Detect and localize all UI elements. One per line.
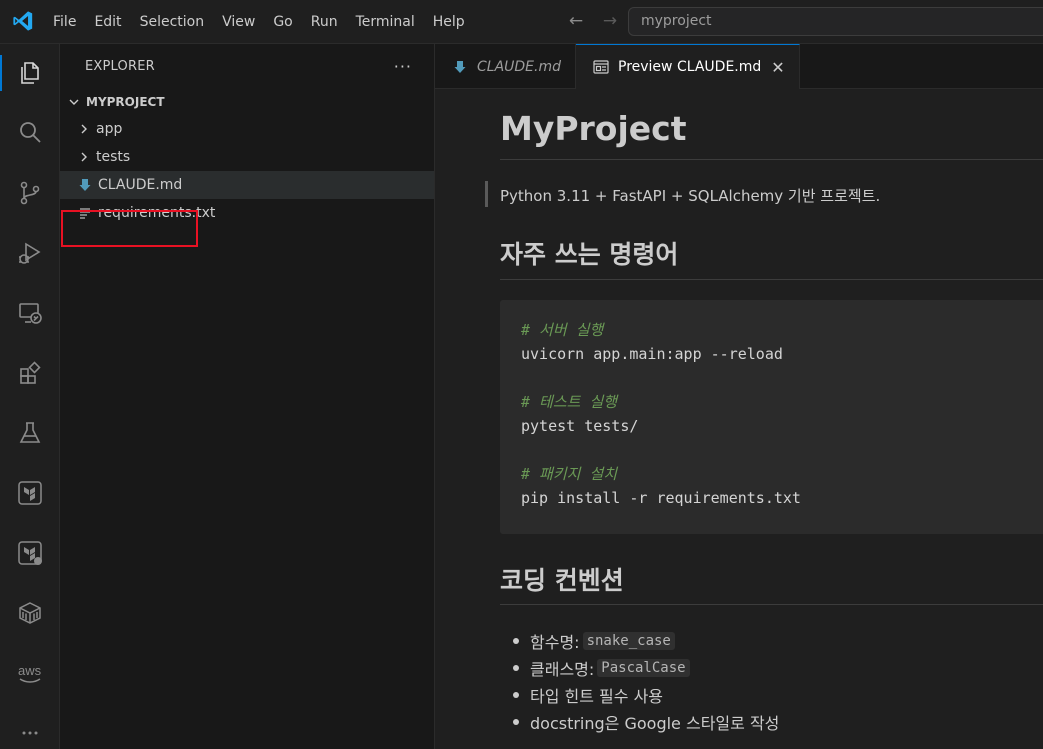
aws-icon[interactable]: aws	[0, 649, 60, 697]
menu-run[interactable]: Run	[302, 0, 347, 44]
project-root-label: MYPROJECT	[86, 95, 165, 109]
tab-preview-claude-md[interactable]: Preview CLAUDE.md ✕	[576, 44, 800, 89]
tree-item-label: tests	[96, 149, 131, 165]
remote-explorer-icon[interactable]	[0, 289, 60, 337]
heading-divider	[500, 279, 1043, 280]
testing-flask-icon[interactable]	[0, 409, 60, 457]
red-highlight-box	[61, 210, 198, 247]
terraform-icon[interactable]	[0, 469, 60, 517]
tree-folder-tests[interactable]: tests	[60, 143, 434, 171]
blockquote-text: Python 3.11 + FastAPI + SQLAlchemy 기반 프로…	[500, 187, 881, 205]
tree-file-claude-md[interactable]: CLAUDE.md	[60, 171, 434, 199]
menu-edit[interactable]: Edit	[85, 0, 130, 44]
search-icon[interactable]	[0, 109, 60, 157]
menu-view[interactable]: View	[213, 0, 264, 44]
heading-conventions: 코딩 컨벤션	[500, 566, 624, 595]
list-item: docstring은 Google 스타일로 작성	[512, 708, 780, 735]
activity-bar: aws	[0, 44, 60, 749]
source-control-icon[interactable]	[0, 169, 60, 217]
menu-help[interactable]: Help	[424, 0, 474, 44]
heading-commands: 자주 쓰는 명령어	[500, 240, 679, 269]
list-item: 함수명: snake_case	[512, 627, 779, 654]
command-center-search[interactable]: myproject	[628, 7, 1043, 36]
more-views-icon[interactable]	[0, 709, 60, 749]
code-comment: # 서버 실행	[521, 321, 604, 339]
tree-folder-app[interactable]: app	[60, 115, 434, 143]
menu-terminal[interactable]: Terminal	[347, 0, 424, 44]
terraform-cloud-icon[interactable]	[0, 529, 60, 577]
chevron-down-icon	[66, 94, 82, 110]
tree-item-label: app	[96, 121, 123, 137]
editor-tabs: CLAUDE.md Preview CLAUDE.md ✕	[435, 44, 1043, 89]
sidebar-header: EXPLORER ···	[60, 44, 434, 88]
container-box-icon[interactable]	[0, 589, 60, 637]
code-comment: # 테스트 실행	[521, 393, 618, 411]
markdown-file-icon	[76, 177, 94, 193]
code-line: pytest tests/	[521, 417, 639, 435]
chevron-right-icon	[76, 149, 92, 165]
tab-claude-md[interactable]: CLAUDE.md	[435, 44, 576, 89]
svg-text:aws: aws	[18, 663, 42, 678]
menu-bar: File Edit Selection View Go Run Terminal…	[44, 0, 474, 44]
list-item-text: docstring은 Google 스타일로 작성	[530, 713, 780, 733]
vscode-logo-icon	[13, 11, 33, 31]
bullet-list: 함수명: snake_case 클래스명: PascalCase 타입 힌트 필…	[512, 627, 780, 735]
list-item: 클래스명: PascalCase	[512, 654, 779, 681]
explorer-icon[interactable]	[0, 49, 60, 97]
list-item: 타입 힌트 필수 사용	[512, 681, 779, 708]
menu-go[interactable]: Go	[264, 0, 301, 44]
code-line: pip install -r requirements.txt	[521, 489, 801, 507]
title-bar: File Edit Selection View Go Run Terminal…	[0, 0, 1043, 44]
more-actions-icon[interactable]: ···	[394, 57, 412, 76]
chevron-right-icon	[76, 121, 92, 137]
code-comment: # 패키지 설치	[521, 465, 618, 483]
heading-1: MyProject	[500, 109, 687, 148]
heading-divider	[500, 604, 1043, 605]
markdown-file-icon	[451, 58, 469, 76]
list-item-text: 타입 힌트 필수 사용	[530, 686, 664, 706]
heading-divider	[500, 159, 1043, 160]
forward-arrow-icon[interactable]: →	[600, 11, 620, 31]
run-debug-icon[interactable]	[0, 229, 60, 277]
inline-code: PascalCase	[597, 658, 690, 677]
list-item-text: 함수명:	[530, 632, 580, 652]
menu-selection[interactable]: Selection	[131, 0, 214, 44]
code-block: # 서버 실행 uvicorn app.main:app --reload # …	[500, 300, 1043, 534]
inline-code: snake_case	[582, 631, 675, 650]
tab-label: Preview CLAUDE.md	[618, 59, 762, 75]
sidebar-title: EXPLORER	[85, 58, 155, 74]
list-item-text: 클래스명:	[530, 659, 595, 679]
menu-file[interactable]: File	[44, 0, 85, 44]
blockquote-bar	[485, 181, 488, 207]
extensions-icon[interactable]	[0, 349, 60, 397]
navigation-arrows: ← →	[566, 11, 620, 31]
back-arrow-icon[interactable]: ←	[566, 11, 586, 31]
preview-icon	[592, 58, 610, 76]
explorer-sidebar: EXPLORER ··· MYPROJECT app tests CLAUDE.…	[60, 44, 435, 749]
tab-label: CLAUDE.md	[477, 58, 561, 75]
project-root[interactable]: MYPROJECT	[60, 89, 434, 115]
close-icon[interactable]: ✕	[771, 58, 784, 77]
markdown-preview: MyProject Python 3.11 + FastAPI + SQLAlc…	[435, 89, 1043, 749]
tree-item-label: CLAUDE.md	[98, 177, 183, 193]
code-line: uvicorn app.main:app --reload	[521, 345, 783, 363]
